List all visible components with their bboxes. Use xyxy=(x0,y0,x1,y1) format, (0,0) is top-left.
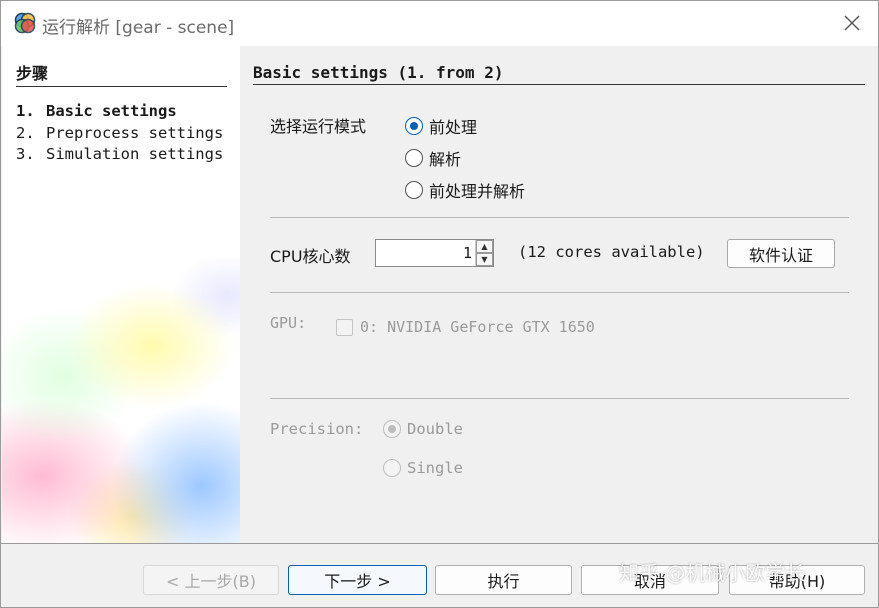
stepper-down-icon[interactable]: ▼ xyxy=(476,253,493,266)
radio-unchecked-icon xyxy=(405,181,423,199)
cpu-cores-label: CPU核心数 xyxy=(270,247,351,266)
cancel-button[interactable]: 取消 xyxy=(581,565,719,595)
divider xyxy=(270,292,849,293)
steps-list: 1. Basic settings 2. Preprocess settings… xyxy=(16,101,228,166)
radio-checked-icon xyxy=(405,117,423,135)
radio-checked-disabled-icon xyxy=(383,420,401,438)
help-button[interactable]: 帮助(H) xyxy=(729,565,865,595)
run-button[interactable]: 执行 xyxy=(435,565,572,595)
previous-button[interactable]: < 上一步(B) xyxy=(143,565,279,595)
step-item-basic-settings: 1. Basic settings xyxy=(16,102,177,120)
precision-radio-single[interactable]: Single xyxy=(383,459,463,477)
steps-heading: 步骤 xyxy=(16,60,227,87)
gpu-device-name: 0: NVIDIA GeForce GTX 1650 xyxy=(360,318,595,336)
section-heading: Basic settings (1. from 2) xyxy=(253,63,865,85)
divider xyxy=(270,217,849,218)
step-item-simulation-settings: 3. Simulation settings xyxy=(16,145,224,163)
run-mode-label: 选择运行模式 xyxy=(270,117,367,136)
next-button[interactable]: 下一步 > xyxy=(288,565,427,595)
cpu-cores-stepper[interactable]: 1 ▲ ▼ xyxy=(375,239,494,267)
stepper-up-icon[interactable]: ▲ xyxy=(476,240,493,253)
precision-label: Precision: xyxy=(270,420,364,438)
cpu-cores-value[interactable]: 1 xyxy=(376,240,475,266)
mode-radio-analysis[interactable]: 解析 xyxy=(405,146,461,170)
close-icon[interactable] xyxy=(842,13,862,33)
cores-available-text: (12 cores available) xyxy=(518,243,705,261)
run-analysis-dialog: 运行解析 [gear - scene] 步骤 1. Basic settings… xyxy=(0,0,879,608)
radio-unchecked-disabled-icon xyxy=(383,459,401,477)
mode-radio-preprocess-and-analysis[interactable]: 前处理并解析 xyxy=(405,178,525,202)
main-panel: Basic settings (1. from 2) 选择运行模式 前处理 解析… xyxy=(240,46,878,543)
divider xyxy=(270,398,849,399)
mode-radio-preprocess[interactable]: 前处理 xyxy=(405,114,477,138)
gpu-device-checkbox[interactable] xyxy=(336,319,353,336)
step-item-preprocess-settings: 2. Preprocess settings xyxy=(16,123,224,142)
gpu-label: GPU: xyxy=(270,314,307,332)
window-title: 运行解析 [gear - scene] xyxy=(42,18,235,38)
radio-unchecked-icon xyxy=(405,149,423,167)
steps-panel: 步骤 1. Basic settings 2. Preprocess setti… xyxy=(2,46,240,543)
button-bar: < 上一步(B) 下一步 > 执行 取消 帮助(H) xyxy=(1,544,878,607)
precision-radio-double[interactable]: Double xyxy=(383,420,463,438)
title-bar: 运行解析 [gear - scene] xyxy=(1,1,878,46)
app-logo-icon xyxy=(14,12,36,34)
license-button[interactable]: 软件认证 xyxy=(727,239,835,268)
